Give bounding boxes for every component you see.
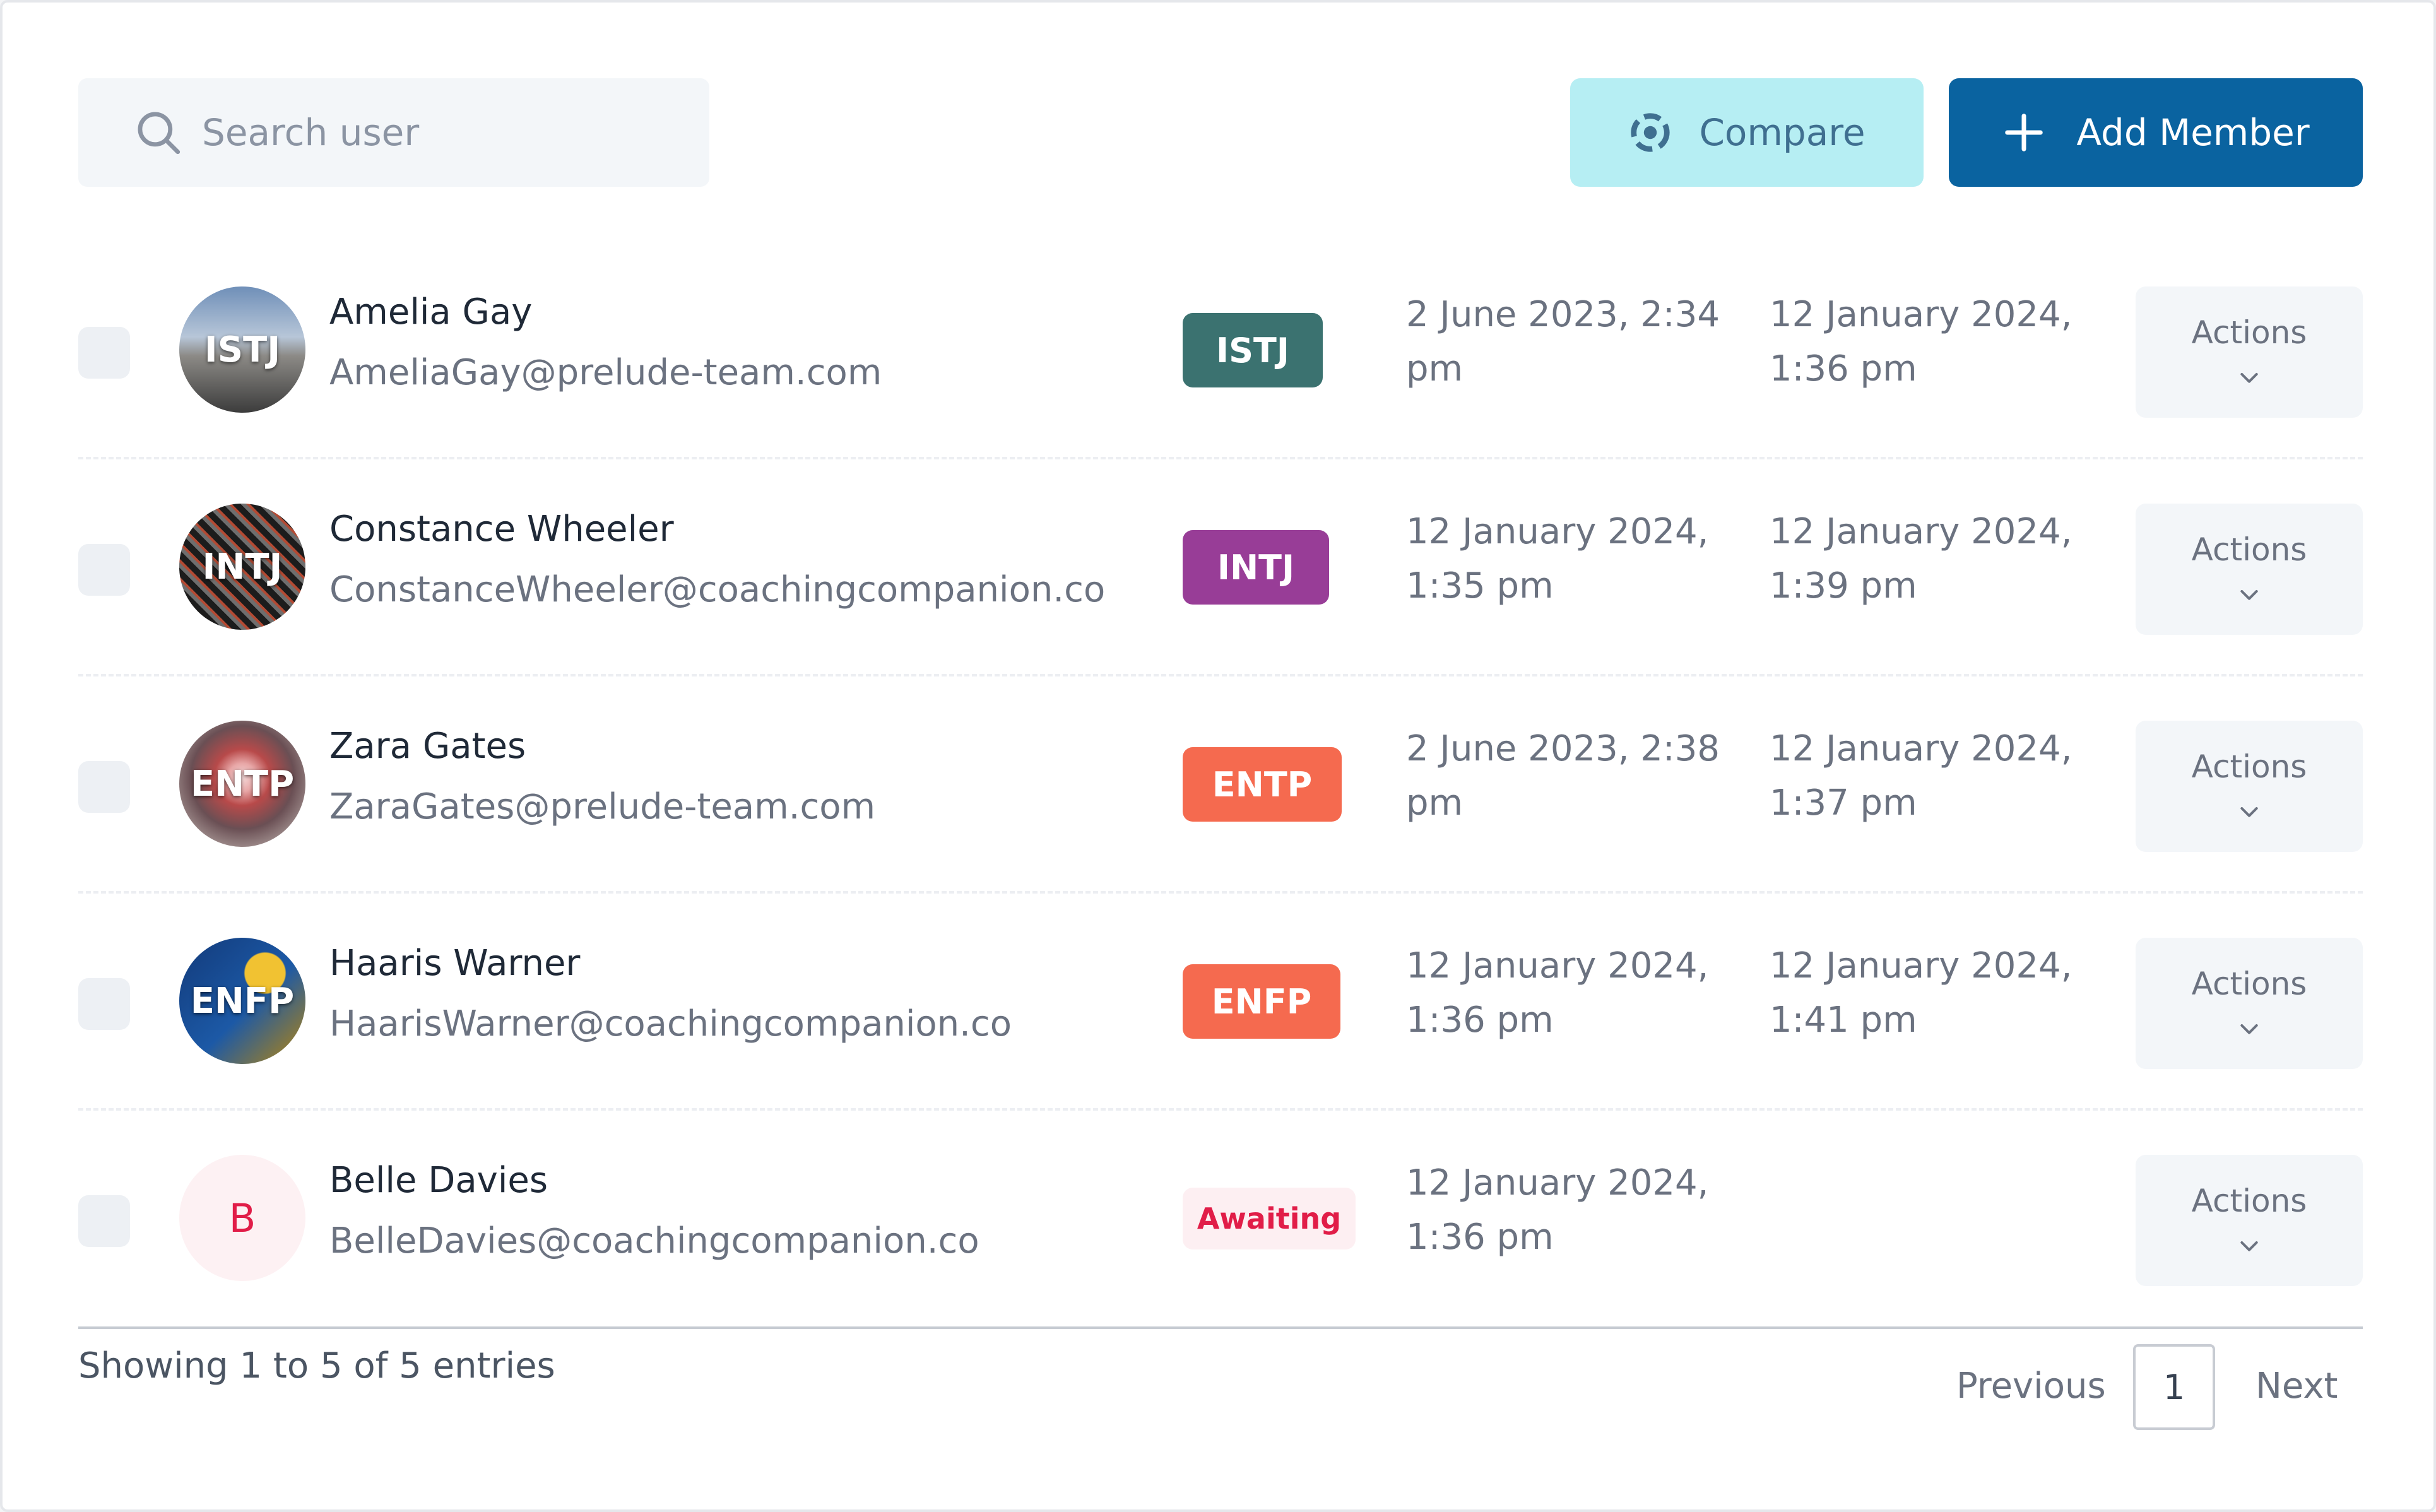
- updated-date-line2: 1:36 pm: [1770, 348, 1917, 389]
- chevron-down-icon: [2240, 1241, 2258, 1251]
- row-divider: [78, 457, 2363, 459]
- created-date-line2: 1:36 pm: [1406, 1000, 1554, 1041]
- actions-dropdown[interactable]: Actions: [2136, 1155, 2363, 1286]
- created-date-line2: 1:35 pm: [1406, 565, 1554, 606]
- avatar: ISTJ: [179, 286, 305, 413]
- table-row: ENFP Haaris Warner HaarisWarner@coachingco…: [3, 938, 2436, 1155]
- compare-icon: [1631, 113, 1670, 152]
- actions-label: Actions: [2191, 1183, 2307, 1219]
- row-checkbox[interactable]: [78, 761, 130, 813]
- member-name: Constance Wheeler: [329, 509, 674, 550]
- member-email: HaarisWarner@coachingcompanion.co: [329, 1003, 1012, 1044]
- actions-label: Actions: [2191, 531, 2307, 568]
- member-email: AmeliaGay@prelude-team.com: [329, 352, 882, 393]
- table-row: ENTP Zara Gates ZaraGates@prelude-team.com…: [3, 721, 2436, 938]
- table-row: INTJ Constance Wheeler ConstanceWheeler@co…: [3, 504, 2436, 721]
- chevron-down-icon: [2240, 807, 2258, 817]
- avatar: ENFP: [179, 938, 305, 1064]
- updated-date: 12 January 2024, 1:36 pm: [1770, 288, 2085, 396]
- created-date: 2 June 2023, 2:34 pm: [1406, 288, 1722, 396]
- actions-dropdown[interactable]: Actions: [2136, 721, 2363, 852]
- chevron-down-icon: [2240, 590, 2258, 600]
- updated-date-line1: 12 January 2024,: [1770, 511, 2072, 552]
- compare-button[interactable]: Compare: [1570, 78, 1924, 187]
- search-input[interactable]: [201, 110, 683, 155]
- add-member-label: Add Member: [2076, 111, 2310, 154]
- plus-icon: [2005, 114, 2043, 151]
- created-date-line1: 12 January 2024,: [1406, 1162, 1709, 1203]
- member-email: ConstanceWheeler@coachingcompanion.co: [329, 569, 1106, 610]
- personality-badge: ENTP: [1183, 747, 1342, 822]
- actions-dropdown[interactable]: Actions: [2136, 504, 2363, 635]
- updated-date-line1: 12 January 2024,: [1770, 294, 2072, 335]
- actions-label: Actions: [2191, 748, 2307, 785]
- member-email: ZaraGates@prelude-team.com: [329, 786, 876, 827]
- created-date: 12 January 2024, 1:36 pm: [1406, 1156, 1722, 1265]
- avatar: INTJ: [179, 504, 305, 630]
- created-date-line1: 12 January 2024,: [1406, 945, 1709, 986]
- row-checkbox[interactable]: [78, 327, 130, 379]
- avatar: B: [179, 1155, 305, 1281]
- personality-badge: Awaiting: [1183, 1188, 1356, 1249]
- search-box[interactable]: [78, 78, 709, 187]
- member-name: Zara Gates: [329, 726, 526, 767]
- member-email: BelleDavies@coachingcompanion.co: [329, 1220, 979, 1261]
- updated-date-line2: 1:39 pm: [1770, 565, 1917, 606]
- created-date: 12 January 2024, 1:36 pm: [1406, 939, 1722, 1048]
- updated-date: 12 January 2024, 1:39 pm: [1770, 505, 2085, 613]
- created-date-line1: 2 June 2023, 2:38: [1406, 728, 1720, 769]
- updated-date-line2: 1:41 pm: [1770, 1000, 1917, 1041]
- personality-badge: ISTJ: [1183, 313, 1323, 387]
- member-name: Haaris Warner: [329, 943, 581, 984]
- pagination-page-1[interactable]: 1: [2133, 1344, 2215, 1430]
- created-date-line2: pm: [1406, 348, 1463, 389]
- pagination-previous[interactable]: Previous: [1956, 1366, 2106, 1407]
- updated-date-line1: 12 January 2024,: [1770, 945, 2072, 986]
- updated-date: 12 January 2024, 1:37 pm: [1770, 722, 2085, 830]
- row-divider: [78, 891, 2363, 894]
- table-row: ISTJ Amelia Gay AmeliaGay@prelude-team.com…: [3, 286, 2436, 504]
- created-date: 12 January 2024, 1:35 pm: [1406, 505, 1722, 613]
- row-checkbox[interactable]: [78, 544, 130, 596]
- chevron-down-icon: [2240, 1024, 2258, 1034]
- personality-badge: INTJ: [1183, 530, 1329, 605]
- pagination-next[interactable]: Next: [2256, 1366, 2338, 1407]
- created-date-line2: 1:36 pm: [1406, 1217, 1554, 1258]
- updated-date-line2: 1:37 pm: [1770, 783, 1917, 824]
- created-date: 2 June 2023, 2:38 pm: [1406, 722, 1722, 830]
- row-checkbox[interactable]: [78, 1195, 130, 1247]
- created-date-line1: 12 January 2024,: [1406, 511, 1709, 552]
- created-date-line1: 2 June 2023, 2:34: [1406, 294, 1720, 335]
- avatar: ENTP: [179, 721, 305, 847]
- updated-date-line1: 12 January 2024,: [1770, 728, 2072, 769]
- members-page: Compare Add Member ISTJ Amelia Gay AmeliaG…: [0, 0, 2436, 1512]
- actions-dropdown[interactable]: Actions: [2136, 286, 2363, 418]
- table-footer-divider: [78, 1326, 2363, 1329]
- actions-label: Actions: [2191, 966, 2307, 1002]
- member-name: Amelia Gay: [329, 292, 533, 333]
- row-divider: [78, 1108, 2363, 1111]
- entries-summary: Showing 1 to 5 of 5 entries: [78, 1345, 555, 1386]
- updated-date: 12 January 2024, 1:41 pm: [1770, 939, 2085, 1048]
- members-card: Compare Add Member ISTJ Amelia Gay AmeliaG…: [0, 0, 2436, 1512]
- table-row: B Belle Davies BelleDavies@coachingcompani…: [3, 1155, 2436, 1372]
- chevron-down-icon: [2240, 373, 2258, 383]
- add-member-button[interactable]: Add Member: [1949, 78, 2363, 187]
- member-name: Belle Davies: [329, 1160, 548, 1201]
- compare-label: Compare: [1699, 111, 1865, 154]
- actions-dropdown[interactable]: Actions: [2136, 938, 2363, 1069]
- actions-label: Actions: [2191, 314, 2307, 351]
- search-icon: [138, 112, 180, 155]
- row-checkbox[interactable]: [78, 978, 130, 1030]
- personality-badge: ENFP: [1183, 964, 1340, 1039]
- row-divider: [78, 674, 2363, 676]
- created-date-line2: pm: [1406, 783, 1463, 824]
